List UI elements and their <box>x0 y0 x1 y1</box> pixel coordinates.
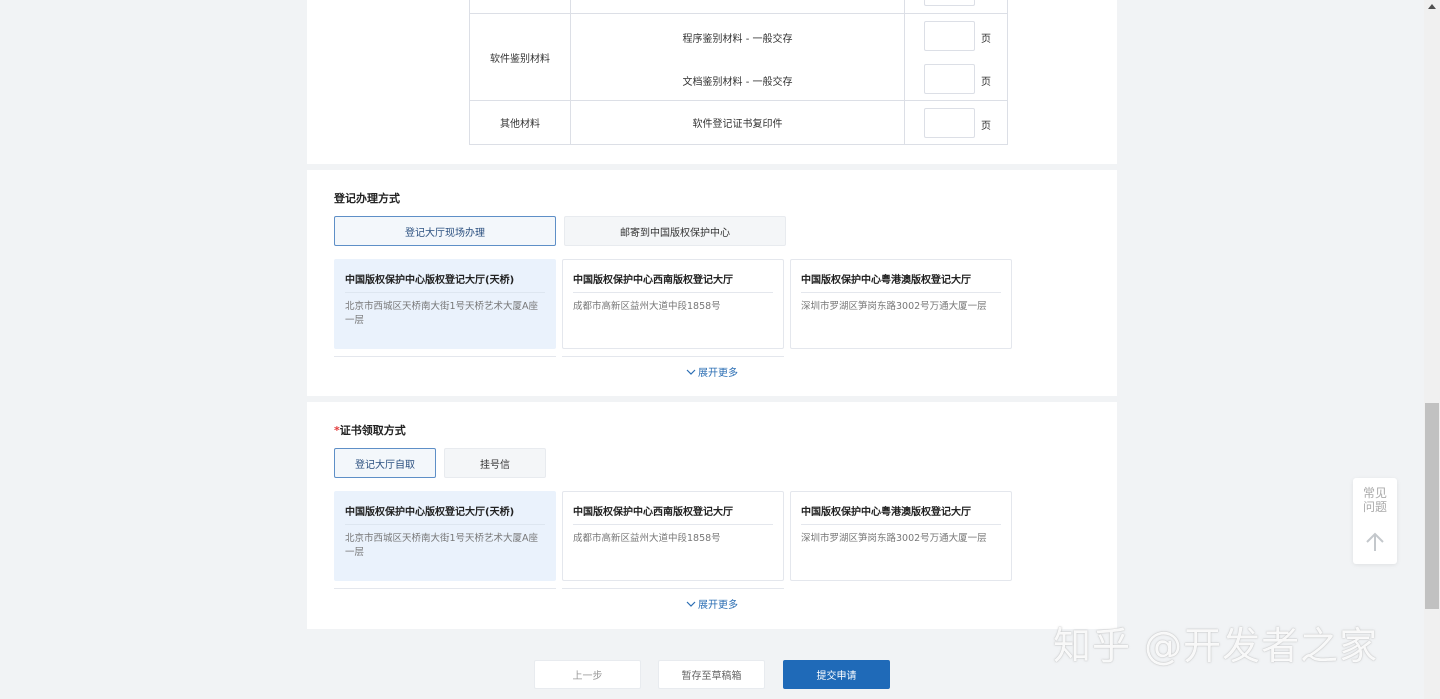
card-divider <box>345 292 545 293</box>
page-count-input[interactable] <box>924 21 975 51</box>
expand-more-label: 展开更多 <box>698 368 738 379</box>
table-cell-category: 软件鉴别材料 <box>469 13 571 101</box>
hall-card-gba[interactable]: 中国版权保护中心粤港澳版权登记大厅 深圳市罗湖区笋岗东路3002号万通大厦一层 <box>790 259 1012 349</box>
unit-label: 页 <box>981 34 991 45</box>
card-divider <box>801 292 1001 293</box>
hall-name: 中国版权保护中心版权登记大厅(天桥) <box>345 275 515 286</box>
expand-more-link[interactable]: 展开更多 <box>686 364 738 379</box>
material-name: 程序鉴别材料 - 一般交存 <box>682 34 793 45</box>
page-count-input[interactable] <box>924 108 975 138</box>
hall-address: 成都市高新区益州大道中段1858号 <box>573 301 721 312</box>
material-name: 文档鉴别材料 - 一般交存 <box>682 77 793 88</box>
hall-name: 中国版权保护中心粤港澳版权登记大厅 <box>801 275 971 286</box>
arrow-up-icon <box>1366 532 1384 551</box>
section-title: 登记办理方式 <box>334 192 400 205</box>
table-cell-pages: 页 <box>904 100 1008 145</box>
chevron-down-icon <box>686 369 696 375</box>
page-count-input[interactable] <box>924 64 975 94</box>
collapsed-card-edge <box>334 588 556 589</box>
scrollbar-up-arrow[interactable] <box>1428 4 1436 9</box>
unit-label: 页 <box>981 77 991 88</box>
submit-button[interactable]: 提交申请 <box>783 660 890 689</box>
card-divider <box>345 524 545 525</box>
table-row-partial <box>469 0 571 14</box>
page-count-input-partial[interactable] <box>924 0 975 6</box>
hall-name: 中国版权保护中心西南版权登记大厅 <box>573 275 733 286</box>
card-divider <box>573 292 773 293</box>
hall-name: 中国版权保护中心西南版权登记大厅 <box>573 507 733 518</box>
materials-panel: 软件鉴别材料 程序鉴别材料 - 一般交存 文档鉴别材料 - 一般交存 页 页 其… <box>307 0 1117 164</box>
hall-card-tianqiao[interactable]: 中国版权保护中心版权登记大厅(天桥) 北京市西城区天桥南大街1号天桥艺术大厦A座… <box>334 259 556 349</box>
card-divider <box>573 524 773 525</box>
tab-mail[interactable]: 邮寄到中国版权保护中心 <box>564 216 786 246</box>
hall-address: 北京市西城区天桥南大街1号天桥艺术大厦A座一层 <box>345 301 539 326</box>
scrollbar-thumb[interactable] <box>1425 403 1439 609</box>
save-draft-button[interactable]: 暂存至草稿箱 <box>658 660 765 689</box>
certificate-panel: *证书领取方式 登记大厅自取 挂号信 中国版权保护中心版权登记大厅(天桥) 北京… <box>307 402 1117 629</box>
tab-self-pickup[interactable]: 登记大厅自取 <box>334 448 436 478</box>
prev-step-button[interactable]: 上一步 <box>534 660 641 689</box>
material-name: 软件登记证书复印件 <box>692 119 783 130</box>
table-cell-category: 其他材料 <box>469 100 571 145</box>
tab-registered-mail[interactable]: 挂号信 <box>444 448 546 478</box>
expand-more-link[interactable]: 展开更多 <box>686 596 738 611</box>
collapsed-card-edge <box>334 356 556 357</box>
registration-panel: 登记办理方式 登记大厅现场办理 邮寄到中国版权保护中心 中国版权保护中心版权登记… <box>307 170 1117 396</box>
hall-address: 成都市高新区益州大道中段1858号 <box>573 533 721 544</box>
faq-label: 常见问题 <box>1362 486 1387 514</box>
card-divider <box>801 524 1001 525</box>
hall-name: 中国版权保护中心版权登记大厅(天桥) <box>345 507 515 518</box>
section-title: 证书领取方式 <box>339 424 406 437</box>
hall-address: 深圳市罗湖区笋岗东路3002号万通大厦一层 <box>801 533 987 544</box>
expand-more-label: 展开更多 <box>698 600 738 611</box>
scrollbar-track[interactable] <box>1424 0 1440 699</box>
collapsed-card-edge <box>562 588 784 589</box>
watermark-text: 知乎 @开发者之家 <box>1053 624 1379 668</box>
chevron-down-icon <box>686 601 696 607</box>
hall-address: 北京市西城区天桥南大街1号天桥艺术大厦A座一层 <box>345 533 539 558</box>
table-cell-items: 程序鉴别材料 - 一般交存 文档鉴别材料 - 一般交存 <box>570 13 905 101</box>
category-label: 软件鉴别材料 <box>490 53 550 65</box>
table-cell-pages: 页 页 <box>904 13 1008 101</box>
table-cell-items: 软件登记证书复印件 <box>570 100 905 145</box>
hall-card-tianqiao[interactable]: 中国版权保护中心版权登记大厅(天桥) 北京市西城区天桥南大街1号天桥艺术大厦A座… <box>334 491 556 581</box>
tab-onsite[interactable]: 登记大厅现场办理 <box>334 216 556 246</box>
hall-card-southwest[interactable]: 中国版权保护中心西南版权登记大厅 成都市高新区益州大道中段1858号 <box>562 259 784 349</box>
table-row-partial <box>570 0 905 14</box>
hall-card-gba[interactable]: 中国版权保护中心粤港澳版权登记大厅 深圳市罗湖区笋岗东路3002号万通大厦一层 <box>790 491 1012 581</box>
hall-name: 中国版权保护中心粤港澳版权登记大厅 <box>801 507 971 518</box>
section-title-wrap: *证书领取方式 <box>334 422 406 438</box>
unit-label: 页 <box>981 121 991 132</box>
category-label: 其他材料 <box>500 119 540 130</box>
hall-address: 深圳市罗湖区笋岗东路3002号万通大厦一层 <box>801 301 987 312</box>
hall-card-southwest[interactable]: 中国版权保护中心西南版权登记大厅 成都市高新区益州大道中段1858号 <box>562 491 784 581</box>
collapsed-card-edge <box>562 356 784 357</box>
faq-widget[interactable]: 常见问题 <box>1353 478 1397 564</box>
